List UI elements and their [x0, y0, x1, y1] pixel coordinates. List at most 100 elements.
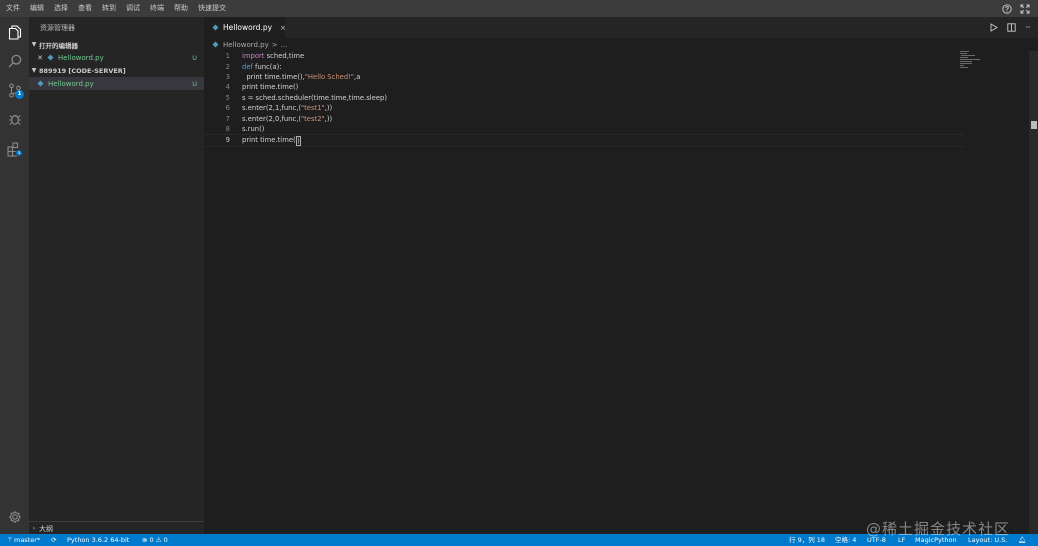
- menu-go[interactable]: 转到: [97, 0, 121, 17]
- code-token: sched,time: [264, 52, 305, 61]
- notifications-icon[interactable]: 🔔︎: [1018, 534, 1026, 546]
- indentation[interactable]: 空格: 4: [835, 534, 856, 546]
- workspace-header[interactable]: ▼ 889919 [CODE-SERVER]: [29, 64, 204, 77]
- code-text: import sched,time: [242, 51, 304, 61]
- menu-view[interactable]: 查看: [73, 0, 97, 17]
- git-branch-icon: ᛘ: [8, 536, 12, 544]
- menu-selection[interactable]: 选择: [49, 0, 73, 17]
- code-line[interactable]: 9 print time.time(): [204, 134, 964, 147]
- code-line[interactable]: 7 s.enter(2,0,func,("test2",)): [204, 114, 964, 124]
- code-line[interactable]: 5 s = sched.scheduler(time.time,time.slee…: [204, 93, 964, 103]
- breadcrumb-more[interactable]: ...: [281, 41, 288, 49]
- line-number: 8: [225, 125, 230, 133]
- chevron-right-icon: ›: [32, 525, 36, 532]
- close-icon[interactable]: ×: [280, 24, 286, 32]
- code-string: "test1": [301, 104, 325, 113]
- outline-header[interactable]: › 大纲: [29, 521, 204, 535]
- menu-help[interactable]: 帮助: [169, 0, 193, 17]
- tab-label: Helloword.py: [223, 23, 273, 32]
- breadcrumb-file[interactable]: Helloword.py: [223, 41, 269, 49]
- code-token: print time.time(: [242, 136, 296, 145]
- close-icon[interactable]: ✕: [33, 54, 47, 62]
- code-text: s.enter(2,1,func,("test1",)): [242, 103, 332, 113]
- code-text: def func(a):: [242, 62, 282, 72]
- explorer-activity[interactable]: [0, 19, 29, 45]
- workspace-file-item[interactable]: Helloword.py U: [29, 77, 204, 90]
- line-number: 4: [225, 83, 230, 92]
- menu-quick-commit[interactable]: 快速提交: [193, 0, 231, 17]
- code-keyword: def: [242, 62, 253, 71]
- code-line[interactable]: 1 import sched,time: [204, 51, 964, 61]
- activity-bar: 1: [0, 17, 29, 534]
- menu-bar: 文件 编辑 选择 查看 转到 调试 终端 帮助 快速提交: [0, 0, 1038, 17]
- breadcrumb-separator: >: [271, 40, 278, 49]
- error-icon: ⊗: [142, 536, 148, 544]
- run-icon[interactable]: [990, 23, 999, 32]
- outline-label: 大纲: [39, 524, 53, 533]
- open-editor-item[interactable]: ✕ Helloword.py U: [29, 51, 204, 64]
- warning-icon: ⚠: [155, 536, 162, 544]
- code-line[interactable]: 8 s.run(): [204, 124, 964, 134]
- code-string: "Hello Sched!": [304, 73, 355, 81]
- code-string: "test2": [301, 114, 325, 123]
- settings-activity[interactable]: [0, 504, 29, 530]
- chevron-down-icon: ▼: [31, 41, 37, 48]
- code-text: print time.time(): [242, 135, 301, 147]
- line-number: 9: [225, 136, 230, 145]
- code-text: print time.time(),"Hello Sched!",a: [242, 72, 360, 82]
- gear-icon: [8, 510, 22, 524]
- more-actions-icon[interactable]: ···: [1025, 23, 1031, 32]
- menu-debug[interactable]: 调试: [121, 0, 145, 17]
- search-activity[interactable]: [0, 48, 29, 74]
- workspace-filename: Helloword.py: [48, 79, 94, 88]
- sync-icon[interactable]: ⟳: [51, 534, 56, 546]
- editor-tab[interactable]: Helloword.py ×: [204, 17, 286, 38]
- code-text: s.run(): [242, 124, 264, 134]
- code-line[interactable]: 3 print time.time(),"Hello Sched!",a: [204, 72, 964, 82]
- extensions-activity[interactable]: [0, 136, 29, 162]
- debug-activity[interactable]: [0, 106, 29, 132]
- line-number: 3: [225, 73, 230, 81]
- source-control-activity[interactable]: 1: [0, 77, 29, 103]
- files-icon: [8, 24, 22, 40]
- untracked-status: U: [192, 53, 197, 62]
- python-interpreter[interactable]: Python 3.6.2 64-bit: [67, 534, 129, 546]
- menu-edit[interactable]: 编辑: [25, 0, 49, 17]
- code-line[interactable]: 2 def func(a):: [204, 62, 964, 72]
- code-keyword: import: [242, 52, 265, 61]
- code-text: s.enter(2,0,func,("test2",)): [242, 114, 332, 124]
- code-token: s.enter(2,0,func,(: [242, 114, 302, 123]
- line-number: 6: [225, 104, 230, 113]
- extensions-icon: [6, 141, 23, 157]
- editor-tab-bar: Helloword.py × ···: [204, 17, 1038, 38]
- line-number: 1: [225, 52, 230, 61]
- code-text: print time.time(): [242, 82, 298, 92]
- code-token: print time.time(),: [242, 73, 305, 81]
- open-editors-label: 打开的编辑器: [39, 41, 78, 50]
- breadcrumb: Helloword.py > ...: [212, 38, 287, 51]
- code-line[interactable]: 6 s.enter(2,1,func,("test1",)): [204, 103, 964, 113]
- minimap[interactable]: [960, 51, 1020, 81]
- fullscreen-icon[interactable]: [1020, 4, 1030, 14]
- code-token: s.enter(2,1,func,(: [242, 104, 302, 113]
- scrollbar-thumb[interactable]: [1031, 121, 1037, 129]
- problems-status[interactable]: ⊗ 0 ⚠ 0: [142, 534, 168, 546]
- branch-status[interactable]: ᛘ master*: [8, 534, 40, 546]
- code-line[interactable]: 4 print time.time(): [204, 82, 964, 92]
- open-editors-header[interactable]: ▼ 打开的编辑器: [29, 38, 204, 51]
- chevron-down-icon: ▼: [31, 67, 37, 74]
- menu-terminal[interactable]: 终端: [145, 0, 169, 17]
- bug-icon: [8, 112, 22, 126]
- code-token: ,)): [324, 104, 333, 113]
- code-token: s = sched.scheduler(time.time,time.sleep…: [242, 93, 388, 102]
- help-icon[interactable]: [1002, 3, 1012, 14]
- menu-file[interactable]: 文件: [0, 0, 25, 17]
- cursor-position[interactable]: 行 9，列 18: [789, 534, 825, 546]
- menubar-actions: [1002, 0, 1030, 17]
- code-token: func(a):: [252, 62, 282, 71]
- code-token: print time.time(): [242, 83, 299, 92]
- code-editor[interactable]: 1 import sched,time 2 def func(a): 3 print t…: [204, 51, 1028, 534]
- split-editor-icon[interactable]: [1007, 23, 1017, 32]
- text-cursor: ): [295, 136, 301, 147]
- python-file-icon: [212, 24, 219, 31]
